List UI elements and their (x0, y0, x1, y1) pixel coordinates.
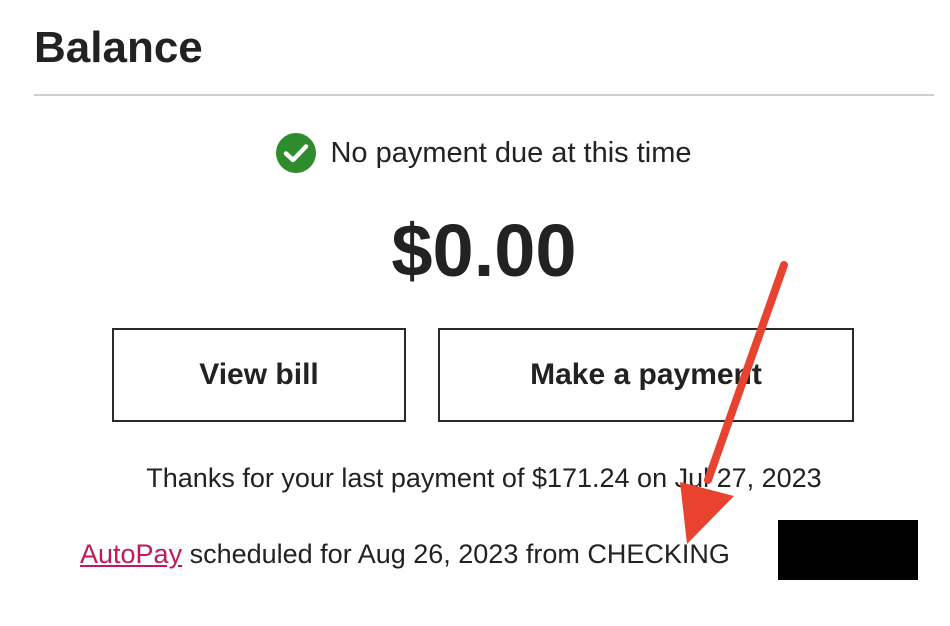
balance-page: Balance No payment due at this time $0.0… (0, 0, 950, 626)
check-circle-icon (276, 133, 317, 173)
autopay-link[interactable]: AutoPay (80, 539, 182, 569)
autopay-schedule-text: scheduled for Aug 26, 2023 from CHECKING (182, 539, 730, 569)
page-title: Balance (34, 23, 203, 72)
balance-amount: $0.00 (391, 209, 577, 292)
payment-status: No payment due at this time (0, 132, 950, 174)
redaction-box (778, 520, 918, 580)
view-bill-button[interactable]: View bill (112, 328, 406, 422)
last-payment-text: Thanks for your last payment of $171.24 … (146, 463, 822, 493)
autopay-line: AutoPay scheduled for Aug 26, 2023 from … (80, 534, 730, 574)
status-text: No payment due at this time (330, 137, 692, 169)
make-payment-button[interactable]: Make a payment (438, 328, 854, 422)
title-divider (34, 94, 934, 96)
